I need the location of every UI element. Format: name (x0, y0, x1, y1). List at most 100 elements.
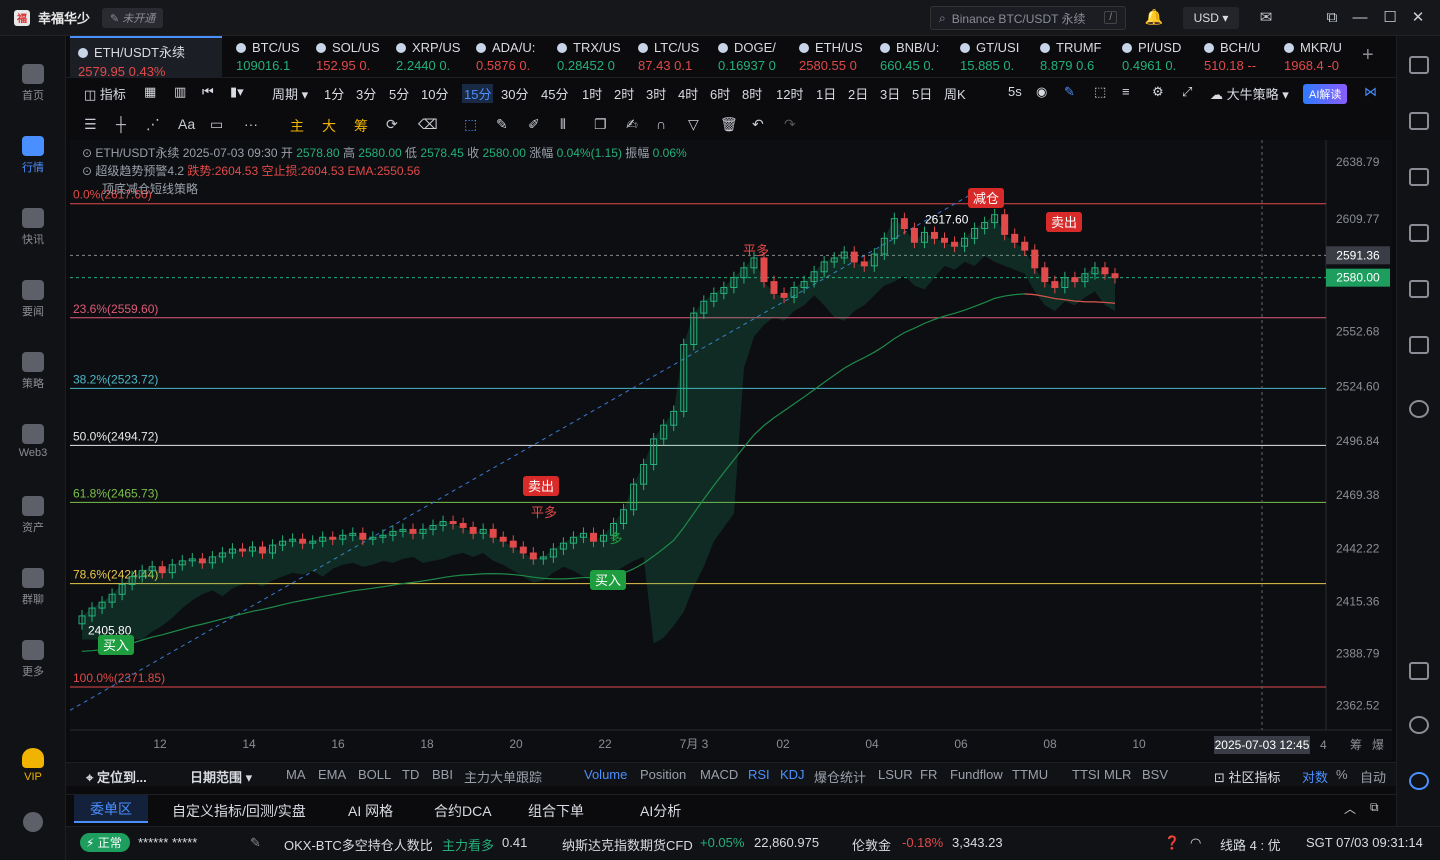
bell-icon[interactable]: 🔔 (1144, 8, 1164, 28)
redo-icon[interactable]: ↷ (784, 116, 796, 133)
percent-scale-toggle[interactable]: % (1336, 767, 1348, 782)
network-line[interactable]: 线路 4 : 优 (1220, 835, 1281, 854)
magnet-icon[interactable]: ∩ (656, 116, 666, 132)
interval-option[interactable]: 3分 (356, 84, 376, 103)
list-icon[interactable]: ≡ (1122, 84, 1130, 99)
calendar-icon[interactable]: ▦ (144, 84, 156, 100)
eraser-icon[interactable]: ⌫ (418, 116, 438, 133)
ticker-tab[interactable]: BNB/U: 660.45 0. (872, 36, 950, 78)
chips-axis-toggle[interactable]: 筹 (1350, 738, 1362, 752)
draw-icon[interactable]: ✎ (1064, 84, 1075, 100)
trash-icon[interactable]: 🗑 (720, 116, 738, 133)
currency-select[interactable]: USD ▾ (1183, 7, 1239, 29)
interval-option[interactable]: 周K (944, 84, 966, 103)
ticker-tab[interactable]: MKR/U 1968.4 -0 (1276, 36, 1354, 78)
signal-text[interactable]: 平多 (531, 505, 557, 520)
close-icon[interactable]: ✕ (1408, 8, 1428, 28)
fullscreen-icon[interactable]: ⬚ (1094, 84, 1106, 100)
gauge-icon[interactable] (1409, 400, 1429, 418)
filter-icon[interactable]: ▽ (688, 116, 699, 133)
interval-option[interactable]: 2日 (848, 84, 868, 103)
legend-toggle-icon[interactable]: ⊙ (82, 164, 95, 178)
ticker-tab[interactable]: XRP/US 2.2440 0. (388, 36, 466, 78)
text-tool-icon[interactable]: Aa (178, 116, 195, 132)
interval-option[interactable]: 1日 (816, 84, 836, 103)
interval-option[interactable]: 45分 (541, 84, 568, 103)
indicator-option[interactable]: BSV (1142, 767, 1168, 782)
indicator-option[interactable]: FR (920, 767, 937, 782)
indicator-option[interactable]: RSI (748, 767, 770, 782)
indicator-option[interactable]: KDJ (780, 767, 805, 782)
expand-icon[interactable]: ⤢ (1182, 84, 1192, 100)
candle-tool-icon[interactable]: ⫴ (560, 116, 566, 133)
chips-toggle[interactable]: 筹 (354, 116, 368, 136)
share-icon[interactable]: ⋈ (1364, 84, 1377, 100)
ticker-tab[interactable]: ADA/U: 0.5876 0. (468, 36, 546, 78)
ticker-tab[interactable]: ETH/US 2580.55 0 (791, 36, 869, 78)
auto-scale-toggle[interactable]: 自动 (1360, 767, 1386, 786)
indicator-option[interactable]: 主力大单跟踪 (464, 767, 542, 786)
indicator-option[interactable]: Volume (584, 767, 627, 782)
brush-icon[interactable]: ✐ (528, 116, 540, 133)
add-tab-icon[interactable]: + (1362, 44, 1374, 67)
ticker-tab[interactable]: GT/USI 15.885 0. (952, 36, 1030, 78)
signal-icon[interactable] (1409, 224, 1429, 242)
ticker-tab[interactable]: DOGE/0.16937 0 (710, 36, 788, 78)
undo-icon[interactable]: ↶ (752, 116, 764, 133)
signal-buy[interactable]: 买入 (98, 635, 134, 655)
ruler-icon[interactable]: ▭ (210, 116, 223, 133)
ticker-tab[interactable]: BCH/U 510.18 -- (1196, 36, 1274, 78)
interval-option[interactable]: 5分 (389, 84, 409, 103)
ticker-tab[interactable]: PI/USD 0.4961 0. (1114, 36, 1192, 78)
strategy-select[interactable]: ☁ 大牛策略 ▾ (1210, 84, 1289, 103)
sidebar-item-home[interactable]: 首页 (0, 64, 66, 103)
log-scale-toggle[interactable]: 对数 (1302, 767, 1328, 786)
indicator-option[interactable]: MLR (1104, 767, 1131, 782)
select-tool-icon[interactable]: ⬚ (464, 116, 477, 133)
interval-option[interactable]: 1分 (324, 84, 344, 103)
settings-button[interactable] (0, 812, 66, 835)
locate-button[interactable]: ⌖ 定位到... (86, 767, 147, 786)
signal-text[interactable]: 多 (609, 531, 622, 546)
indicator-option[interactable]: BBI (432, 767, 453, 782)
period-select[interactable]: 周期 ▾ (272, 84, 308, 103)
search-input[interactable]: ⌕ Binance BTC/USDT 永续 / (930, 6, 1126, 30)
order-tab[interactable]: AI 网格 (348, 801, 393, 821)
dollar-icon[interactable] (1409, 168, 1429, 186)
sidebar-item-assets[interactable]: 资产 (0, 496, 66, 535)
sidebar-item-market[interactable]: 行情 (0, 136, 66, 175)
order-tab[interactable]: 自定义指标/回测/实盘 (172, 801, 306, 821)
candlestick-chart[interactable]: 2638.79 2609.77 2552.68 2524.60 2496.84 2469.… (70, 140, 1392, 760)
ticker-tab[interactable]: ETH/USDT永续 2579.95 0.43% (70, 36, 222, 79)
robot-icon[interactable] (1409, 772, 1429, 790)
copy-icon[interactable]: ❐ (594, 116, 607, 133)
signal-text[interactable]: 平多 (743, 243, 769, 258)
menu-icon[interactable]: ☰ (84, 116, 97, 133)
signal-sell[interactable]: 减仓 (968, 188, 1004, 208)
camera-icon[interactable]: ◉ (1036, 84, 1047, 100)
main-chart-toggle[interactable]: 主 (290, 116, 304, 136)
indicator-option[interactable]: TTSI (1072, 767, 1100, 782)
interval-5s[interactable]: 5s (1008, 84, 1022, 99)
window-icon[interactable]: ⧉ (1370, 800, 1379, 815)
sidebar-item-web3[interactable]: Web3 (0, 424, 66, 459)
ticker-tab[interactable]: TRUMF 8.879 0.6 (1032, 36, 1110, 78)
interval-option[interactable]: 10分 (421, 84, 448, 103)
signal-sell[interactable]: 卖出 (523, 476, 559, 496)
more-tools-icon[interactable]: ··· (244, 116, 258, 132)
ai-interpret-button[interactable]: AI解读 (1303, 84, 1348, 104)
document-icon[interactable] (1409, 112, 1429, 130)
indicator-option[interactable]: LSUR (878, 767, 913, 782)
indicator-option[interactable]: EMA (318, 767, 346, 782)
sidebar-item-news[interactable]: 快讯 (0, 208, 66, 247)
status-badge[interactable]: ✎ 未开通 (102, 7, 164, 28)
indicator-option[interactable]: Position (640, 767, 686, 782)
indicator-option[interactable]: BOLL (358, 767, 391, 782)
indicator-option[interactable]: Fundflow (950, 767, 1003, 782)
indicator-option[interactable]: MACD (700, 767, 738, 782)
pencil-icon[interactable]: ✎ (496, 116, 508, 133)
interval-option[interactable]: 3日 (880, 84, 900, 103)
chart-area[interactable]: 2638.79 2609.77 2552.68 2524.60 2496.84 2469.… (70, 140, 1392, 760)
community-indicator-button[interactable]: ⊡ 社区指标 (1214, 767, 1281, 786)
big-order-toggle[interactable]: 大 (322, 116, 336, 136)
